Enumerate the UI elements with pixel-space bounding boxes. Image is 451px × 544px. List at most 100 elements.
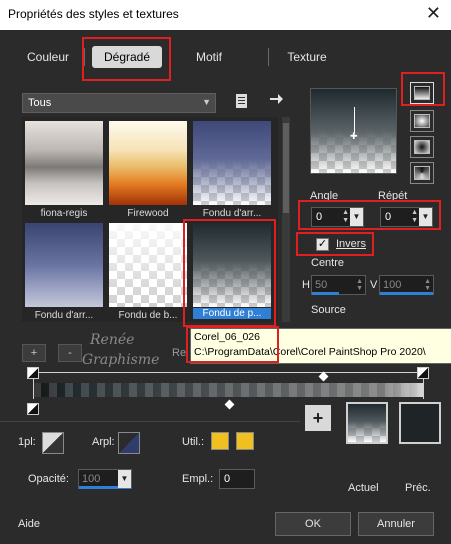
repeat-value: 0 (385, 211, 392, 223)
swatch-label: Fondu d'arr... (202, 208, 262, 219)
add-to-palette-button[interactable]: + (305, 405, 331, 431)
foreground-color-box[interactable] (42, 432, 64, 454)
spin-up-icon[interactable]: ▲ (342, 209, 349, 216)
empl-label: Empl.: (182, 473, 214, 485)
linear-icon (414, 86, 430, 100)
add-swatch-button[interactable]: + (22, 344, 46, 362)
arrow-right-icon[interactable] (268, 90, 284, 108)
angle-handle[interactable] (354, 107, 355, 133)
category-dropdown[interactable]: Tous ▼ (22, 93, 216, 113)
chevron-down-icon[interactable]: ▼ (118, 470, 131, 488)
cancel-button[interactable]: Annuler (358, 512, 434, 536)
spin-icon[interactable]: ▲ ▼ (424, 278, 431, 292)
current-swatch[interactable] (346, 402, 388, 444)
color-midpoint[interactable] (224, 399, 235, 410)
color-stop-left[interactable] (27, 403, 39, 415)
chevron-down-icon[interactable]: ▼ (419, 208, 432, 226)
reset-label[interactable]: Re (172, 347, 186, 359)
style-rectangular-button[interactable] (410, 110, 434, 132)
swatch-label: Fondu de p... (193, 308, 271, 319)
chevron-down-icon[interactable]: ▼ (350, 208, 363, 226)
spin-up-icon[interactable]: ▲ (411, 209, 418, 216)
sunburst-icon (414, 166, 430, 180)
spin-down-icon[interactable]: ▼ (342, 217, 349, 224)
tab-motif[interactable]: Motif (185, 46, 233, 68)
previous-label: Préc. (405, 482, 431, 494)
gradient-bar-checker (33, 383, 423, 397)
angle-input[interactable]: 0 ▲ ▼ ▼ (311, 207, 364, 227)
chevron-down-icon: ▼ (202, 97, 211, 107)
swatch-label: fiona-regis (40, 208, 88, 219)
swatch-item[interactable]: Fondu d'arr... (193, 121, 271, 219)
center-v-slider-bar[interactable] (380, 292, 433, 295)
rectangular-icon (414, 114, 430, 128)
style-radial-button[interactable] (410, 136, 434, 158)
background-color-box[interactable] (118, 432, 140, 454)
angle-label: Angle (310, 190, 339, 202)
opacity-track (39, 372, 417, 373)
swatch-thumbnail (193, 223, 271, 307)
tooltip-path: C:\ProgramData\Corel\Corel PaintShop Pro… (194, 346, 426, 358)
spin-icon[interactable]: ▲ ▼ (356, 278, 363, 292)
swatch-item-selected[interactable]: Fondu de p... (193, 223, 271, 319)
swatch-label: Firewood (127, 208, 169, 219)
tab-bar: Couleur Dégradé Motif Texture (0, 38, 451, 78)
previous-swatch[interactable] (399, 402, 441, 444)
close-icon[interactable]: ✕ (426, 3, 441, 24)
repeat-input[interactable]: 0 ▲ ▼ ▼ (380, 207, 433, 227)
remove-swatch-button[interactable]: - (58, 344, 82, 362)
util-color-1[interactable] (211, 432, 229, 450)
empl-input[interactable]: 0 (219, 469, 255, 489)
opacity-label: Opacité: (28, 473, 69, 485)
watermark-line-2: Graphisme (82, 352, 160, 368)
swatch-item[interactable]: fiona-regis (25, 121, 103, 219)
h-label: H (302, 279, 310, 291)
tab-divider (84, 48, 85, 66)
center-v-input[interactable]: 100 ▲ ▼ (379, 275, 434, 295)
swatch-thumbnail (193, 121, 271, 205)
current-label: Actuel (348, 482, 379, 494)
list-view-icon[interactable] (234, 93, 250, 109)
swatch-tooltip: Corel_06_026 C:\ProgramData\Corel\Corel … (190, 328, 451, 364)
swatch-thumbnail (109, 121, 187, 205)
empl-value: 0 (224, 473, 231, 485)
center-h-value: 50 (315, 279, 328, 291)
radial-icon (414, 140, 430, 154)
style-sunburst-button[interactable] (410, 162, 434, 184)
ok-button[interactable]: OK (275, 512, 351, 536)
swatch-item[interactable]: Fondu d'arr... (25, 223, 103, 321)
opacity-stop-right[interactable] (417, 367, 429, 379)
swatch-thumbnail (109, 223, 187, 307)
center-h-slider-bar[interactable] (312, 292, 339, 295)
tab-texture[interactable]: Texture (278, 46, 336, 68)
angle-value: 0 (316, 211, 323, 223)
opacity-midpoint[interactable] (318, 371, 329, 382)
category-value: Tous (28, 97, 52, 109)
library-scrollbar[interactable] (282, 117, 290, 322)
swatch-item[interactable]: Firewood (109, 121, 187, 219)
opacity-input[interactable]: 100 ▼ (78, 469, 132, 489)
spin-down-icon[interactable]: ▼ (411, 217, 418, 224)
invert-checkbox[interactable]: ✓ (316, 238, 329, 251)
util-label: Util.: (182, 436, 204, 448)
tab-divider (268, 48, 269, 66)
swatch-thumbnail (25, 223, 103, 307)
help-link[interactable]: Aide (18, 518, 40, 530)
bar-edge-right (423, 379, 424, 399)
center-h-input[interactable]: 50 ▲ ▼ (311, 275, 366, 295)
gradient-bar[interactable] (33, 383, 423, 397)
scrollbar-thumb[interactable] (283, 123, 289, 213)
gradient-preview[interactable]: ✚ (310, 88, 397, 174)
invert-label[interactable]: Invers (336, 238, 366, 250)
util-color-2[interactable] (236, 432, 254, 450)
section-divider (0, 421, 300, 422)
swatch-item[interactable]: Fondu de b... (109, 223, 187, 321)
tab-couleur[interactable]: Couleur (18, 46, 78, 68)
repeat-label: Répét (378, 190, 408, 202)
opacity-stop-left[interactable] (27, 367, 39, 379)
tab-degrade[interactable]: Dégradé (92, 46, 162, 68)
center-v-value: 100 (383, 279, 402, 291)
style-linear-button[interactable] (410, 82, 434, 104)
tab-divider (170, 48, 171, 66)
center-crosshair-icon[interactable]: ✚ (350, 131, 358, 142)
